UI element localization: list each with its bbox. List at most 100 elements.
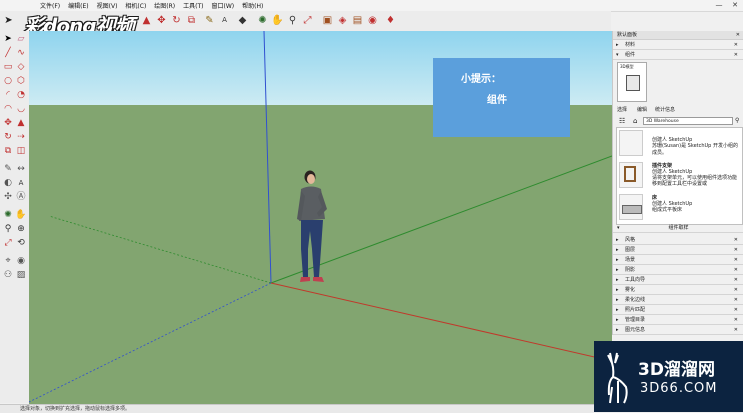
scale-icon[interactable]: ⧉: [2, 145, 14, 157]
menu-view[interactable]: 视图(V): [93, 1, 122, 10]
dimension-icon[interactable]: ↔: [15, 163, 27, 175]
extension-icon[interactable]: ◉: [366, 14, 379, 27]
close-button[interactable]: ✕: [728, 0, 742, 11]
zoom-extents-icon[interactable]: ⤢: [301, 14, 314, 27]
select-tool-icon[interactable]: ➤: [2, 14, 15, 27]
zoom-window-icon[interactable]: ⊕: [15, 223, 27, 235]
rotated-rectangle-icon[interactable]: ◇: [15, 61, 27, 73]
search-input[interactable]: 3D Warehouse: [643, 117, 733, 125]
section-components[interactable]: ▾ 组件 ✕: [613, 51, 743, 60]
tab-select[interactable]: 选择: [617, 106, 627, 114]
push-pull-icon[interactable]: ▲: [140, 14, 153, 27]
section-match-photo[interactable]: ▸ 照片匹配 ✕: [613, 306, 743, 315]
follow-me-icon[interactable]: ⇢: [15, 131, 27, 143]
share-model-icon[interactable]: ◈: [336, 14, 349, 27]
section-scenes[interactable]: ▸ 场景 ✕: [613, 256, 743, 265]
tab-edit[interactable]: 编辑: [637, 106, 647, 114]
arc-icon[interactable]: ◜: [2, 89, 14, 101]
view-options-icon[interactable]: ☷: [619, 117, 629, 125]
rotate-tool-icon[interactable]: ↻: [170, 14, 183, 27]
tray-header[interactable]: 默认面板 ✕: [613, 31, 743, 40]
close-icon[interactable]: ✕: [734, 266, 738, 274]
section-entity-info[interactable]: ▸ 图元信息 ✕: [613, 326, 743, 335]
walk-icon[interactable]: ⚇: [2, 269, 14, 281]
pie-icon[interactable]: ◔: [15, 89, 27, 101]
look-around-icon[interactable]: ◉: [15, 255, 27, 267]
section-layers[interactable]: ▸ 图层 ✕: [613, 246, 743, 255]
close-icon[interactable]: ✕: [734, 326, 738, 334]
move-icon[interactable]: ✥: [2, 117, 14, 129]
close-icon[interactable]: ✕: [734, 286, 738, 294]
rotate-icon[interactable]: ↻: [2, 131, 14, 143]
previous-view-icon[interactable]: ⟲: [15, 237, 27, 249]
rectangle-icon[interactable]: ▭: [2, 61, 14, 73]
menu-help[interactable]: 帮助(H): [238, 1, 267, 10]
section-fog[interactable]: ▸ 雾化 ✕: [613, 286, 743, 295]
list-item[interactable]: 床 创建人 SketchUp 组成式平板床: [617, 192, 742, 222]
pan-left-icon[interactable]: ✋: [15, 209, 27, 221]
pushpull-icon[interactable]: ▲: [15, 117, 27, 129]
home-icon[interactable]: ⌂: [633, 117, 641, 125]
close-icon[interactable]: ✕: [734, 41, 738, 49]
component-sampler[interactable]: ▾ 组件取样: [613, 224, 743, 233]
zoom-extents-left-icon[interactable]: ⤢: [2, 237, 14, 249]
model-viewport[interactable]: 小提示： 组件: [29, 31, 612, 404]
move-tool-icon[interactable]: ✥: [155, 14, 168, 27]
paint-bucket-icon[interactable]: ◆: [236, 14, 249, 27]
protractor-icon[interactable]: ◐: [2, 177, 14, 189]
menu-draw[interactable]: 绘图(R): [150, 1, 179, 10]
orbit-left-icon[interactable]: ✺: [2, 209, 14, 221]
menu-tools[interactable]: 工具(T): [179, 1, 207, 10]
axes-icon[interactable]: ✣: [2, 191, 14, 203]
tray-close-icon[interactable]: ✕: [736, 31, 740, 39]
section-styles[interactable]: ▸ 风格 ✕: [613, 236, 743, 245]
text-tool-icon[interactable]: A: [218, 14, 231, 27]
section-outliner[interactable]: ▸ 管理目录 ✕: [613, 316, 743, 325]
close-icon[interactable]: ✕: [734, 236, 738, 244]
menu-file[interactable]: 文件(F): [36, 1, 64, 10]
section-soften-edges[interactable]: ▸ 柔化边线 ✕: [613, 296, 743, 305]
close-icon[interactable]: ✕: [734, 306, 738, 314]
text-icon[interactable]: A: [15, 177, 27, 189]
search-icon[interactable]: ⚲: [735, 117, 739, 124]
select-icon[interactable]: ➤: [2, 33, 14, 45]
menu-edit[interactable]: 编辑(E): [64, 1, 92, 10]
ruby-icon[interactable]: ♦: [384, 14, 397, 27]
close-icon[interactable]: ✕: [734, 256, 738, 264]
position-camera-icon[interactable]: ⌖: [2, 255, 14, 267]
polygon-icon[interactable]: ⬡: [15, 75, 27, 87]
tab-statistics[interactable]: 统计信息: [655, 106, 675, 114]
close-icon[interactable]: ✕: [734, 51, 738, 59]
warehouse-icon[interactable]: ▣: [321, 14, 334, 27]
offset-icon[interactable]: ◫: [15, 145, 27, 157]
list-item[interactable]: 创建人 SketchUp 苏珊(Susan)是 SketchUp 开发小组的成员…: [617, 128, 742, 158]
freehand-icon[interactable]: ∿: [15, 47, 27, 59]
section-plane-icon[interactable]: ▨: [15, 269, 27, 281]
list-item[interactable]: 插件支架 创建人 SketchUp 请将支架单元，可以使用组件选项功能 移到配置…: [617, 160, 742, 190]
close-icon[interactable]: ✕: [734, 296, 738, 304]
person-figure[interactable]: [297, 170, 327, 283]
pan-icon[interactable]: ✋: [271, 14, 284, 27]
menu-window[interactable]: 窗口(W): [208, 1, 239, 10]
section-materials[interactable]: ▸ 材料 ✕: [613, 41, 743, 50]
two-point-arc-icon[interactable]: ◠: [2, 103, 14, 115]
minimize-button[interactable]: —: [712, 0, 726, 11]
components-icon[interactable]: ▤: [351, 14, 364, 27]
close-icon[interactable]: ✕: [734, 276, 738, 284]
orbit-icon[interactable]: ✺: [256, 14, 269, 27]
3d-text-icon[interactable]: Ⓐ: [15, 191, 27, 203]
three-point-arc-icon[interactable]: ◡: [15, 103, 27, 115]
close-icon[interactable]: ✕: [734, 246, 738, 254]
close-icon[interactable]: ✕: [734, 316, 738, 324]
line-icon[interactable]: ╱: [2, 47, 14, 59]
zoom-left-icon[interactable]: ⚲: [2, 223, 14, 235]
menu-camera[interactable]: 相机(C): [121, 1, 150, 10]
eraser-icon[interactable]: ▱: [15, 33, 27, 45]
tape-measure-icon[interactable]: ✎: [203, 14, 216, 27]
zoom-icon[interactable]: ⚲: [286, 14, 299, 27]
section-shadows[interactable]: ▸ 阴影 ✕: [613, 266, 743, 275]
section-instructor[interactable]: ▸ 工具向导 ✕: [613, 276, 743, 285]
circle-icon[interactable]: ○: [2, 75, 14, 87]
scale-tool-icon[interactable]: ⧉: [185, 14, 198, 27]
tape-icon[interactable]: ✎: [2, 163, 14, 175]
